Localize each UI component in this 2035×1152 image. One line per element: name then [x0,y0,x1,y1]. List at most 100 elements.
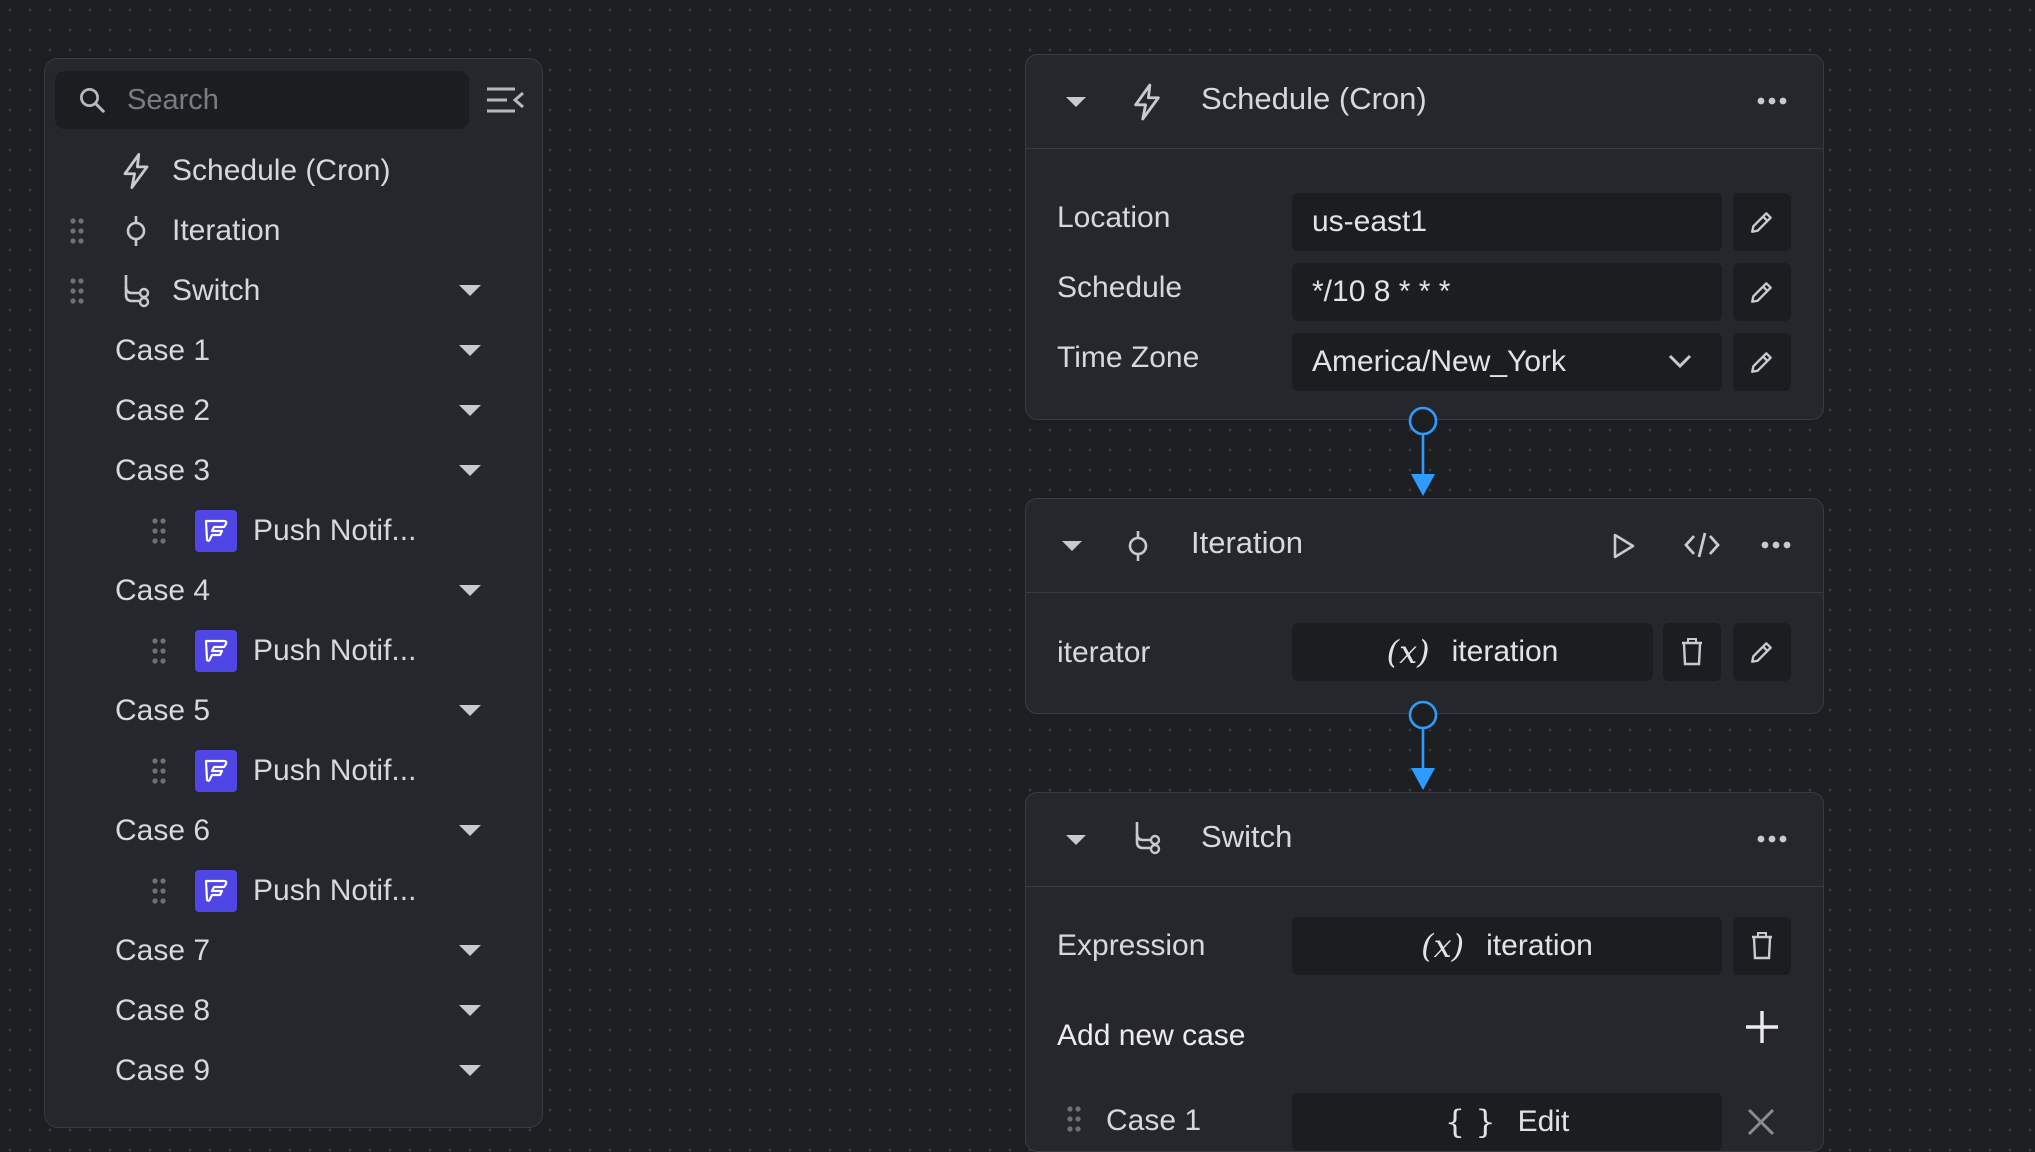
tree-item-label: Switch [172,274,261,307]
tree-item-label: Iteration [172,214,281,247]
tree-item-switch[interactable]: Switch [45,263,542,319]
expression-variable-field[interactable]: (x) iteration [1292,917,1722,975]
iterator-variable-field[interactable]: (x) iteration [1292,623,1653,681]
node-title: Switch [1201,819,1293,854]
run-play-icon[interactable] [1612,532,1636,560]
tree-item-push-notification[interactable]: Push Notif... [45,623,542,679]
iteration-icon [1125,528,1151,564]
tree-item-case-2[interactable]: Case 2 [45,383,542,439]
caret-down-icon[interactable] [459,1005,481,1017]
code-icon[interactable] [1684,530,1720,560]
add-new-case-label: Add new case [1057,1019,1246,1052]
tree-item-case-1[interactable]: Case 1 [45,323,542,379]
switch-node[interactable]: Switch Expression (x) iteration Add new … [1025,792,1824,1152]
drag-handle-icon[interactable] [69,217,85,245]
trash-icon [1750,932,1774,960]
tree-item-label: Case 2 [115,394,211,427]
drag-handle-icon[interactable] [151,517,167,545]
caret-down-icon[interactable] [459,1065,481,1077]
close-icon[interactable] [1746,1107,1776,1137]
node-header: Schedule (Cron) [1026,55,1823,149]
bolt-icon [119,153,153,189]
collapse-sidebar-icon[interactable] [485,85,525,115]
pencil-icon [1749,349,1775,375]
drag-handle-icon[interactable] [151,877,167,905]
caret-down-icon[interactable] [459,465,481,477]
tree-item-case-3[interactable]: Case 3 [45,443,542,499]
more-options-icon[interactable] [1757,835,1787,843]
tree-item-push-notification[interactable]: Push Notif... [45,503,542,559]
more-options-icon[interactable] [1761,541,1791,549]
flutterflow-icon [195,630,237,672]
edit-schedule-button[interactable] [1733,263,1791,321]
variable-icon: (x) [1386,633,1430,671]
node-title: Iteration [1191,525,1304,560]
tree-item-push-notification[interactable]: Push Notif... [45,863,542,919]
tree-item-case-5[interactable]: Case 5 [45,683,542,739]
search-box[interactable] [55,71,469,129]
caret-down-icon[interactable] [459,345,481,357]
drag-handle-icon[interactable] [151,637,167,665]
iterator-value: iteration [1451,635,1559,668]
delete-iterator-button[interactable] [1663,623,1721,681]
schedule-cron-node[interactable]: Schedule (Cron) Location us-east1 Schedu… [1025,54,1824,420]
drag-handle-icon[interactable] [151,757,167,785]
tree-item-case-6[interactable]: Case 6 [45,803,542,859]
node-header: Switch [1026,793,1823,887]
collapse-caret-icon[interactable] [1066,97,1086,108]
edit-iterator-button[interactable] [1733,623,1791,681]
case-1-edit-value: Edit [1517,1105,1570,1138]
tree-item-label: Case 4 [115,574,211,607]
drag-handle-icon[interactable] [69,277,85,305]
case-1-edit-field[interactable]: { } Edit [1292,1093,1722,1151]
caret-down-icon[interactable] [459,405,481,417]
caret-down-icon[interactable] [459,705,481,717]
tree-item-case-7[interactable]: Case 7 [45,923,542,979]
schedule-field[interactable]: */10 8 * * * [1292,263,1722,321]
tree-item-case-8[interactable]: Case 8 [45,983,542,1039]
edit-time-zone-button[interactable] [1733,333,1791,391]
search-input[interactable] [127,83,427,117]
tree-item-label: Case 5 [115,694,211,727]
connector-arrow[interactable] [1408,406,1438,498]
iteration-icon [123,214,149,248]
iteration-node[interactable]: Iteration iterator (x) iteration [1025,498,1824,714]
caret-down-icon[interactable] [459,945,481,957]
collapse-caret-icon[interactable] [1066,835,1086,846]
pencil-icon [1749,639,1775,665]
case-1-label: Case 1 [1106,1104,1202,1137]
tree-item-schedule[interactable]: Schedule (Cron) [45,143,542,199]
tree-item-label: Push Notif... [253,514,417,547]
switch-branch-icon [1130,819,1164,857]
pencil-icon [1749,209,1775,235]
flutterflow-icon [195,870,237,912]
caret-down-icon[interactable] [459,585,481,597]
location-field[interactable]: us-east1 [1292,193,1722,251]
node-header: Iteration [1026,499,1823,593]
flutterflow-icon [195,510,237,552]
tree-item-label: Case 6 [115,814,211,847]
caret-down-icon[interactable] [459,285,481,297]
tree-item-label: Case 8 [115,994,211,1027]
node-tree-sidebar: Schedule (Cron) Iteration Switch Case 1 … [44,58,543,1128]
edit-location-button[interactable] [1733,193,1791,251]
switch-branch-icon [119,273,153,309]
tree-item-case-9[interactable]: Case 9 [45,1043,542,1099]
delete-expression-button[interactable] [1733,917,1791,975]
tree-item-label: Schedule (Cron) [172,154,391,187]
more-options-icon[interactable] [1757,97,1787,105]
drag-handle-icon[interactable] [1066,1105,1082,1133]
tree-item-push-notification[interactable]: Push Notif... [45,743,542,799]
tree-item-label: Case 9 [115,1054,211,1087]
tree-item-case-4[interactable]: Case 4 [45,563,542,619]
tree-item-label: Push Notif... [253,874,417,907]
collapse-caret-icon[interactable] [1062,541,1082,552]
connector-arrow[interactable] [1408,700,1438,792]
caret-down-icon[interactable] [459,825,481,837]
tree-item-iteration[interactable]: Iteration [45,203,542,259]
expression-value: iteration [1486,929,1593,962]
time-zone-select[interactable]: America/New_York [1292,333,1722,391]
tree-item-label: Push Notif... [253,634,417,667]
location-label: Location [1057,201,1171,234]
add-case-plus-icon[interactable] [1744,1009,1780,1045]
